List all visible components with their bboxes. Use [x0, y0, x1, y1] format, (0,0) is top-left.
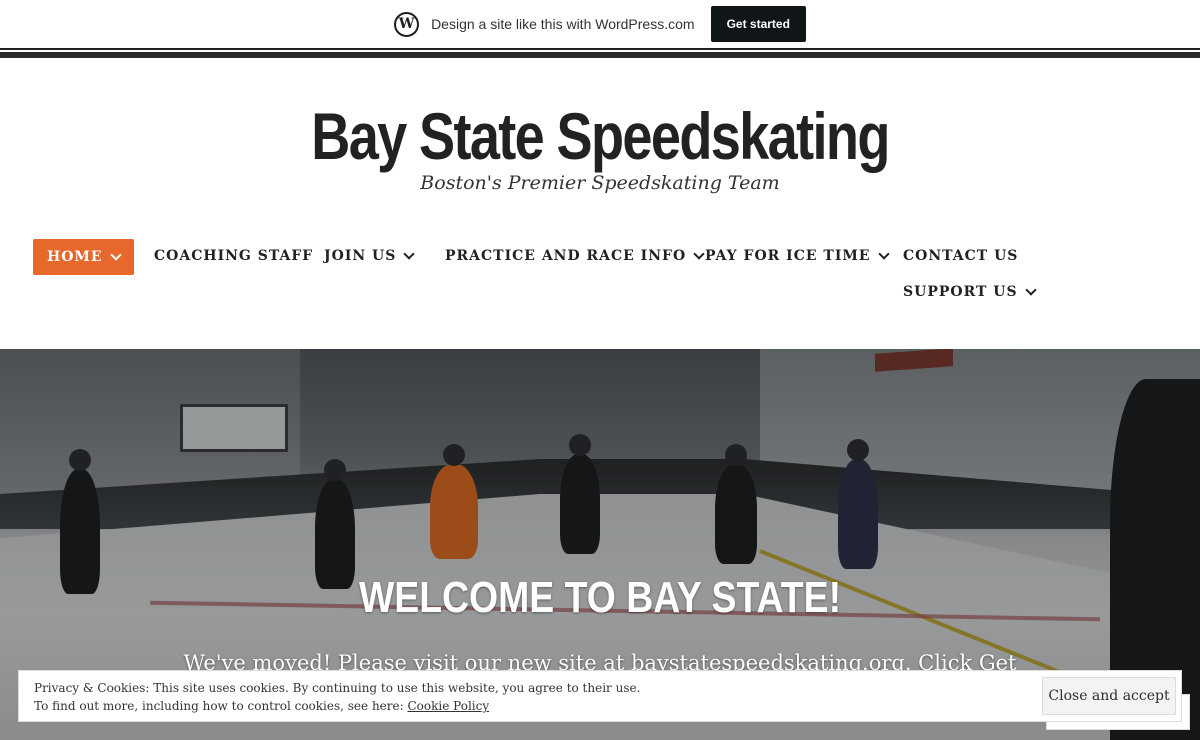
site-title[interactable]: Bay State Speedskating [108, 96, 1092, 176]
nav-item-support-us[interactable]: SUPPORT US [903, 283, 1037, 300]
cookie-line-2-prefix: To find out more, including how to contr… [34, 699, 408, 713]
nav-item-practice-and-race-info[interactable]: PRACTICE AND RACE INFO [445, 247, 705, 264]
chevron-down-icon [1024, 283, 1037, 296]
nav-item-contact-us[interactable]: CONTACT US [903, 248, 1018, 264]
cookie-line-2: To find out more, including how to contr… [34, 697, 640, 715]
close-and-accept-button[interactable]: Close and accept [1042, 677, 1176, 715]
hero-title: WELCOME TO BAY STATE! [358, 573, 842, 622]
nav-item-pay-for-ice-time[interactable]: PAY FOR ICE TIME [705, 247, 890, 264]
nav-item-label: PAY FOR ICE TIME [705, 248, 871, 264]
promo-text: Design a site like this with WordPress.c… [431, 16, 695, 32]
nav-item-label: HOME [47, 249, 103, 265]
nav-item-label: JOIN US [324, 248, 397, 264]
get-started-button[interactable]: Get started [710, 6, 806, 42]
chevron-down-icon [693, 247, 705, 260]
cookie-banner: Privacy & Cookies: This site uses cookie… [18, 670, 1182, 722]
cookie-policy-link[interactable]: Cookie Policy [407, 699, 489, 713]
header-divider [0, 52, 1200, 58]
nav-item-coaching-staff[interactable]: COACHING STAFF [154, 248, 313, 264]
cookie-text: Privacy & Cookies: This site uses cookie… [34, 679, 640, 715]
site-description: Boston's Premier Speedskating Team [420, 172, 780, 194]
cookie-line-1: Privacy & Cookies: This site uses cookie… [34, 681, 641, 695]
nav-item-label: SUPPORT US [903, 284, 1018, 300]
nav-item-label: CONTACT US [903, 248, 1019, 264]
nav-item-join-us[interactable]: JOIN US [324, 247, 416, 264]
wordpress-promo-bar: W Design a site like this with WordPress… [0, 0, 1200, 50]
nav-item-home[interactable]: HOME [33, 239, 134, 275]
chevron-down-icon [109, 248, 122, 261]
chevron-down-icon [877, 247, 890, 260]
nav-item-label: COACHING STAFF [154, 248, 314, 264]
nav-item-label: PRACTICE AND RACE INFO [445, 248, 687, 264]
wordpress-logo-icon[interactable]: W [394, 11, 420, 37]
chevron-down-icon [403, 247, 416, 260]
